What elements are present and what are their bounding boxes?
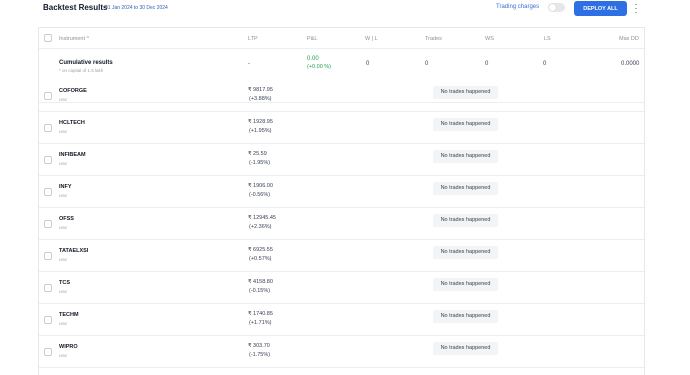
ltp-value: ₹ 1740.85 — [248, 311, 273, 317]
date-range: 01 Jan 2024 to 30 Dec 2024 — [105, 5, 168, 11]
ltp-change: (+3.88%) — [249, 96, 272, 102]
ltp-value: ₹ 4158.80 — [248, 279, 273, 285]
ltp-value: ₹ 6925.55 — [248, 247, 273, 253]
table-row[interactable]: INFY NSE ₹ 1906.00 (-0.56%) No trades ha… — [39, 176, 644, 208]
table-header-row: Instrument ^ LTP P&L W | L Trades WS LS … — [39, 28, 644, 49]
exchange-label: NSE — [59, 321, 68, 326]
row-checkbox[interactable] — [44, 92, 52, 100]
ltp-value: ₹ 1928.95 — [248, 119, 273, 125]
no-trades-badge: No trades happened — [433, 310, 498, 323]
row-checkbox[interactable] — [44, 316, 52, 324]
ltp-change: (+2.36%) — [249, 224, 272, 230]
exchange-label: NSE — [59, 257, 68, 262]
no-trades-badge: No trades happened — [433, 278, 498, 291]
row-checkbox[interactable] — [44, 348, 52, 356]
ltp-change: (+0.57%) — [249, 256, 272, 262]
exchange-label: NSE — [59, 289, 68, 294]
instrument-symbol: COFORGE — [59, 88, 87, 94]
trading-charges-toggle[interactable] — [548, 3, 565, 12]
column-header-ws: WS — [485, 36, 494, 42]
no-trades-badge: No trades happened — [433, 182, 498, 195]
table-row[interactable]: TECHM NSE ₹ 1740.85 (+1.71%) No trades h… — [39, 304, 644, 336]
page-title: Backtest Results — [43, 3, 108, 12]
instrument-symbol: INFY — [59, 184, 72, 190]
row-checkbox[interactable] — [44, 124, 52, 132]
row-checkbox[interactable] — [44, 284, 52, 292]
instrument-symbol: WIPRO — [59, 344, 78, 350]
ltp-value: ₹ 9817.95 — [248, 87, 273, 93]
trading-charges-label: Trading charges — [496, 4, 540, 10]
exchange-label: NSE — [59, 353, 68, 358]
table-row[interactable]: TCS NSE ₹ 4158.80 (-0.15%) No trades hap… — [39, 272, 644, 304]
ltp-value: ₹ 12945.45 — [248, 215, 276, 221]
cumulative-ws: 0 — [485, 61, 489, 67]
table-row[interactable]: TATAELXSI NSE ₹ 6925.55 (+0.57%) No trad… — [39, 240, 644, 272]
column-header-trades: Trades — [425, 36, 442, 42]
ltp-value: ₹ 303.70 — [248, 343, 270, 349]
ltp-change: (-0.15%) — [249, 288, 271, 294]
column-header-instrument[interactable]: Instrument ^ — [59, 36, 89, 42]
cumulative-ltp: - — [248, 61, 250, 67]
ltp-change: (-0.56%) — [249, 192, 271, 198]
exchange-label: NSE — [59, 97, 68, 102]
cumulative-wl: 0 — [366, 61, 370, 67]
instrument-symbol: TATAELXSI — [59, 248, 89, 254]
exchange-label: NSE — [59, 193, 68, 198]
no-trades-badge: No trades happened — [433, 86, 498, 99]
table-row[interactable]: OFSS NSE ₹ 12945.45 (+2.36%) No trades h… — [39, 208, 644, 240]
table-row[interactable]: HCLTECH NSE ₹ 1928.95 (+1.95%) No trades… — [39, 112, 644, 144]
instrument-symbol: TCS — [59, 280, 70, 286]
cumulative-trades: 0 — [425, 61, 429, 67]
column-header-ltp: LTP — [248, 36, 258, 42]
results-table: Instrument ^ LTP P&L W | L Trades WS LS … — [38, 27, 645, 375]
select-all-checkbox[interactable] — [44, 34, 52, 42]
ltp-change: (+1.71%) — [249, 320, 272, 326]
row-checkbox[interactable] — [44, 220, 52, 228]
column-header-pnl: P&L — [307, 36, 318, 42]
cumulative-pnl: 0.00 — [307, 56, 319, 62]
cumulative-max-dd: 0.0000 — [621, 61, 640, 67]
no-trades-badge: No trades happened — [433, 118, 498, 131]
exchange-label: NSE — [59, 225, 68, 230]
ltp-change: (-1.95%) — [249, 160, 271, 166]
table-row[interactable]: COFORGE NSE ₹ 9817.95 (+3.88%) No trades… — [39, 80, 644, 112]
cumulative-sublabel: * on capital of 1.5 lakh — [59, 68, 104, 73]
toggle-knob — [549, 4, 556, 11]
no-trades-badge: No trades happened — [433, 342, 498, 355]
instrument-symbol: TECHM — [59, 312, 79, 318]
kebab-menu-icon[interactable]: · · · — [633, 0, 639, 17]
instrument-symbol: OFSS — [59, 216, 74, 222]
instrument-symbol: INFIBEAM — [59, 152, 86, 158]
cumulative-label: Cumulative results — [59, 60, 113, 66]
ltp-value: ₹ 25.59 — [248, 151, 267, 157]
ltp-change: (-1.75%) — [249, 352, 271, 358]
cumulative-pnl-pct: (+0.00 %) — [307, 64, 331, 70]
ltp-value: ₹ 1906.00 — [248, 183, 273, 189]
table-row[interactable]: INFIBEAM NSE ₹ 25.59 (-1.95%) No trades … — [39, 144, 644, 176]
results-header: Backtest Results 01 Jan 2024 to 30 Dec 2… — [0, 0, 690, 18]
no-trades-badge: No trades happened — [433, 246, 498, 259]
row-checkbox[interactable] — [44, 252, 52, 260]
exchange-label: NSE — [59, 161, 68, 166]
column-header-ls: LS — [544, 36, 551, 42]
row-checkbox[interactable] — [44, 188, 52, 196]
exchange-label: NSE — [59, 129, 68, 134]
column-header-max-dd: Max DD — [619, 36, 639, 42]
no-trades-badge: No trades happened — [433, 214, 498, 227]
deploy-all-button[interactable]: DEPLOY ALL — [574, 1, 627, 16]
cumulative-ls: 0 — [543, 61, 547, 67]
instrument-symbol: HCLTECH — [59, 120, 85, 126]
no-trades-badge: No trades happened — [433, 150, 498, 163]
table-row[interactable]: WIPRO NSE ₹ 303.70 (-1.75%) No trades ha… — [39, 336, 644, 368]
column-header-wl: W | L — [365, 36, 378, 42]
ltp-change: (+1.95%) — [249, 128, 272, 134]
row-checkbox[interactable] — [44, 156, 52, 164]
